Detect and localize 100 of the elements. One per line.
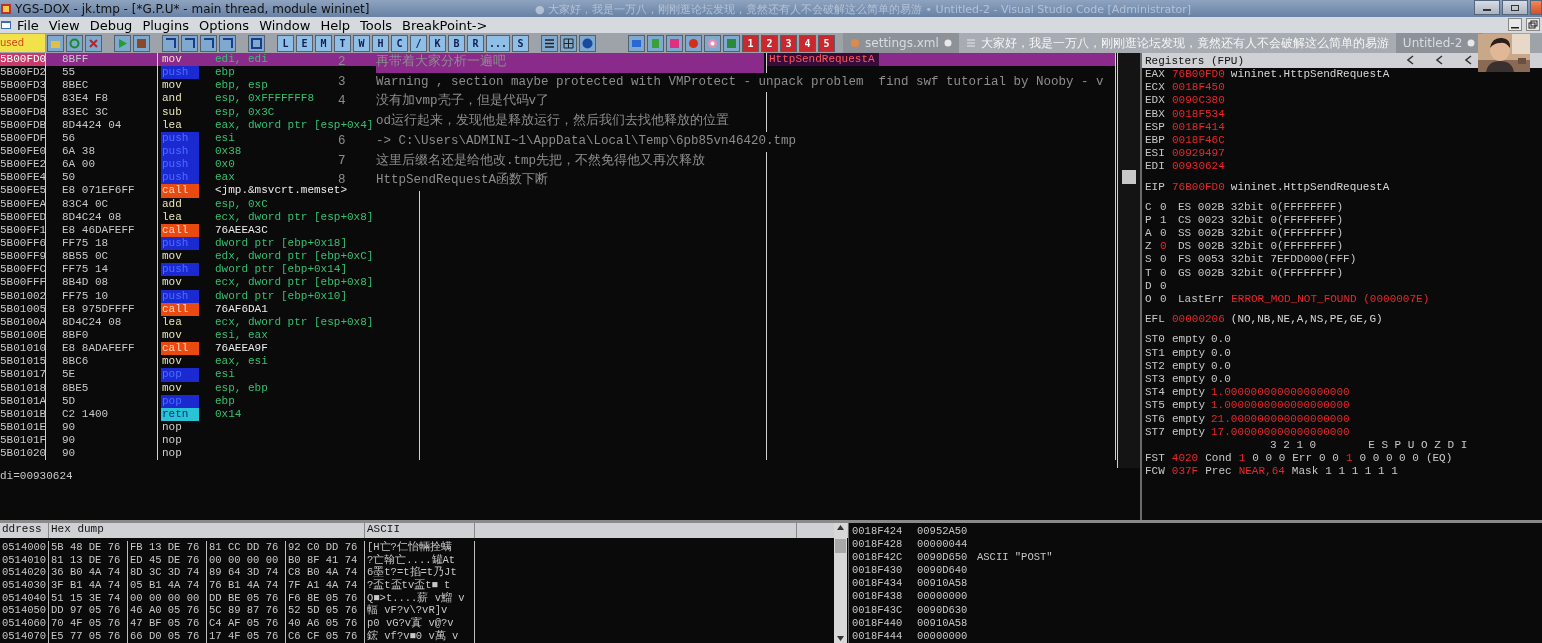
hex-cell: 66 D0 05 76 — [128, 629, 207, 643]
address-cell[interactable]: 5B01015 — [0, 355, 46, 369]
menu-item[interactable]: Options — [193, 17, 255, 33]
stack-value: 0090D640 — [917, 564, 969, 578]
fpu-tag: empty — [1172, 359, 1205, 373]
toolbar-button[interactable]: 5 — [818, 34, 836, 52]
minimize-icon[interactable] — [1508, 18, 1522, 31]
address-cell[interactable]: 5B00FF9 — [0, 250, 46, 264]
address-cell[interactable]: 5B01002 — [0, 289, 46, 303]
address-cell[interactable]: 5B01010 — [0, 342, 46, 356]
fpu-tag: empty — [1172, 333, 1205, 347]
address-cell[interactable]: 5B0100E — [0, 328, 46, 343]
toolbar-button[interactable] — [47, 34, 64, 52]
toolbar-button[interactable] — [181, 34, 198, 52]
toolbar-button[interactable]: H — [372, 34, 389, 52]
menu-item[interactable]: Tools — [355, 17, 398, 33]
toolbar-button[interactable] — [579, 34, 597, 52]
register-note: wininet.HttpSendRequestA — [1230, 68, 1390, 82]
address-cell: 0514020 — [0, 566, 49, 580]
chevron-left-icon[interactable] — [1465, 55, 1472, 65]
menu-item[interactable]: Help — [315, 17, 356, 33]
address-cell[interactable]: 5B00FF6 — [0, 236, 46, 251]
fpu-status-label: FCW — [1145, 465, 1165, 479]
toolbar-button[interactable]: M — [315, 34, 332, 52]
menu-item[interactable]: Debug — [84, 17, 138, 33]
toolbar-button[interactable] — [219, 34, 236, 52]
maximize-button[interactable] — [1502, 0, 1528, 15]
hex-cell: FF75 18 — [46, 236, 158, 251]
address-cell[interactable]: 5B01020 — [0, 447, 46, 461]
address-cell[interactable]: 5B00FD5 — [0, 92, 46, 106]
chevron-left-icon[interactable] — [1436, 55, 1443, 65]
address-cell[interactable]: 5B00FE2 — [0, 158, 46, 172]
address-cell[interactable]: 5B00FD2 — [0, 66, 46, 80]
toolbar-button[interactable]: S — [512, 34, 530, 52]
toolbar-button[interactable]: C — [391, 34, 408, 52]
address-cell[interactable]: 5B0101F — [0, 434, 46, 448]
address-cell[interactable]: 5B00FD0 — [0, 53, 46, 67]
toolbar-button[interactable] — [541, 34, 559, 52]
scrollbar[interactable] — [834, 523, 847, 643]
toolbar-button[interactable]: E — [296, 34, 313, 52]
toolbar-button[interactable]: 1 — [742, 34, 760, 52]
scroll-thumb[interactable] — [835, 539, 846, 553]
menu-item[interactable]: Plugins — [137, 17, 194, 33]
square-icon — [251, 37, 262, 49]
address-cell[interactable]: 5B00FED — [0, 210, 46, 224]
mnemonic: mov — [161, 53, 183, 67]
address-cell[interactable]: 5B00FE0 — [0, 145, 46, 159]
address-cell[interactable]: 5B00FDF — [0, 131, 46, 145]
ascii-cell: ?盃t盃tv盃t■ t — [365, 579, 475, 592]
address-cell[interactable]: 5B00FE4 — [0, 171, 46, 185]
toolbar-button[interactable]: R — [467, 34, 484, 52]
toolbar-button[interactable]: 4 — [799, 34, 817, 52]
address-cell[interactable]: 5B0101B — [0, 407, 46, 421]
toolbar-button[interactable]: / — [410, 34, 427, 52]
fpu-status-label: 1 1 1 1 1 1 — [1325, 465, 1398, 479]
toolbar-button[interactable]: B — [448, 34, 465, 52]
address-cell[interactable]: 5B01005 — [0, 302, 46, 316]
restore-icon[interactable] — [1526, 18, 1540, 31]
menu-item[interactable]: View — [43, 17, 85, 33]
address-cell[interactable]: 5B00FDB — [0, 118, 46, 132]
toolbar-button[interactable] — [248, 34, 265, 52]
toolbar-button[interactable] — [162, 34, 179, 52]
minimize-button[interactable] — [1474, 0, 1500, 15]
info-text: di=00930624 — [0, 470, 73, 482]
column-header[interactable]: Hex dump — [49, 523, 365, 538]
column-header[interactable]: ASCII — [365, 523, 475, 538]
column-header[interactable]: ddress — [0, 523, 49, 538]
scrollbar[interactable] — [1117, 53, 1140, 468]
toolbar-button[interactable] — [560, 34, 578, 52]
toolbar-button[interactable] — [704, 34, 722, 52]
address-cell[interactable]: 5B01018 — [0, 381, 46, 395]
hex-cell: 6A 00 — [46, 158, 158, 172]
menu-item[interactable]: BreakPoint-> — [397, 17, 493, 33]
scroll-up-icon[interactable] — [836, 523, 845, 531]
toolbar-button[interactable]: T — [334, 34, 351, 52]
flag-value: 0 — [1160, 266, 1168, 280]
flag-value: 0 — [1160, 200, 1168, 214]
address-cell[interactable]: 5B00FD3 — [0, 79, 46, 93]
address-cell[interactable]: 5B00FFC — [0, 263, 46, 277]
toolbar-button[interactable]: 2 — [761, 34, 779, 52]
toolbar-button[interactable]: ... — [486, 34, 511, 52]
address-cell[interactable]: 5B00FFF — [0, 276, 46, 290]
operand: 76AEEA9F — [215, 342, 268, 356]
scroll-down-icon[interactable] — [836, 635, 845, 643]
address-cell[interactable]: 5B00FE5 — [0, 184, 46, 198]
chevron-left-icon[interactable] — [1407, 55, 1414, 65]
toolbar-button[interactable]: W — [353, 34, 370, 52]
menu-item[interactable]: Window — [254, 17, 316, 33]
toolbar-button[interactable]: 3 — [780, 34, 798, 52]
menu-item[interactable]: File — [12, 17, 44, 33]
address-cell[interactable]: 5B01017 — [0, 368, 46, 382]
address-cell[interactable]: 5B00FD8 — [0, 105, 46, 119]
toolbar-button[interactable]: K — [429, 34, 446, 52]
toolbar-button[interactable] — [200, 34, 217, 52]
toolbar-button[interactable] — [133, 34, 150, 52]
address-cell[interactable]: 5B00FF1 — [0, 223, 46, 237]
toolbar-button[interactable]: L — [277, 34, 294, 52]
scroll-thumb[interactable] — [1122, 170, 1136, 184]
address-cell[interactable]: 5B0101E — [0, 420, 46, 435]
register-name: EAX — [1145, 68, 1166, 82]
